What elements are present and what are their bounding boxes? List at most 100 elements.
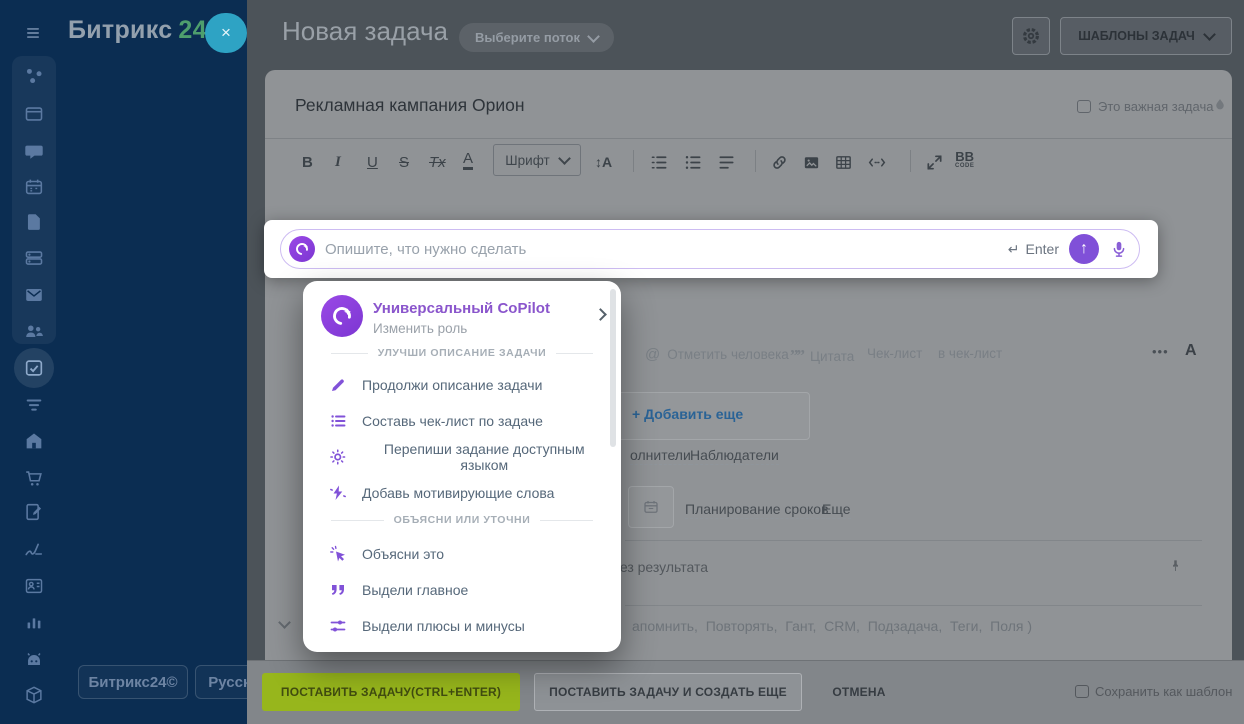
menu-item-pros-cons[interactable]: Выдели плюсы и минусы — [317, 608, 607, 644]
mention-person-button[interactable]: @ Отметить человека — [645, 346, 789, 363]
contacts-icon[interactable] — [23, 575, 45, 597]
clear-format-button[interactable]: Tx — [429, 150, 446, 174]
docs-icon[interactable] — [23, 501, 45, 523]
flame-icon — [1212, 95, 1228, 115]
deadline-calendar-icon[interactable] — [628, 486, 674, 528]
chevron-down-icon — [1203, 28, 1216, 41]
tasks-icon[interactable] — [14, 348, 54, 388]
task-title-input[interactable]: Рекламная кампания Орион — [295, 95, 525, 116]
link-icon[interactable] — [770, 150, 789, 174]
select-flow-button[interactable]: Выберите поток — [459, 23, 614, 52]
image-icon[interactable] — [802, 150, 821, 174]
groups-icon[interactable] — [23, 320, 45, 342]
send-button[interactable]: ↑ — [1069, 234, 1099, 264]
important-task-label: Это важная задача — [1098, 99, 1213, 114]
quote-button[interactable]: ”” Цитата — [790, 346, 854, 366]
bullet-list-icon[interactable] — [683, 150, 702, 174]
to-checklist-button[interactable]: в чек-лист — [938, 346, 1002, 361]
add-more-button[interactable]: + Добавить еще — [632, 406, 743, 422]
menu-scrollbar[interactable] — [610, 289, 616, 447]
bitrix24-footer-button[interactable]: Битрикс24© — [78, 665, 188, 699]
fullscreen-icon[interactable] — [925, 150, 944, 174]
font-size-button[interactable]: ↕A — [595, 150, 612, 174]
bold-button[interactable]: B — [302, 150, 313, 174]
enter-arrow-icon: ↵ — [1008, 241, 1020, 258]
menu-item-explain-this[interactable]: Объясни это — [317, 536, 607, 572]
crm-icon[interactable] — [23, 394, 45, 416]
table-icon[interactable] — [834, 150, 853, 174]
italic-button[interactable]: I — [335, 150, 341, 174]
language-button[interactable]: Русски — [195, 665, 247, 699]
ordered-list-icon[interactable] — [649, 150, 668, 174]
underline-button[interactable]: U — [367, 150, 378, 174]
font-color-a: A — [1185, 342, 1197, 360]
documents-icon[interactable] — [23, 211, 45, 233]
mail-icon[interactable] — [23, 284, 45, 306]
observers-link[interactable]: Наблюдатели — [690, 447, 779, 465]
settings-gear-icon[interactable] — [1012, 17, 1050, 55]
explain-icon — [329, 545, 347, 563]
copilot-role-title[interactable]: Универсальный CoPilot — [373, 300, 550, 317]
strikethrough-button[interactable]: S — [399, 150, 409, 174]
chevron-right-icon[interactable] — [594, 308, 607, 321]
change-role-link[interactable]: Изменить роль — [373, 321, 467, 336]
menu-item-continue-description[interactable]: Продолжи описание задачи — [317, 367, 607, 403]
font-select[interactable]: Шрифт — [493, 144, 581, 176]
divider — [755, 150, 756, 172]
menu-item-add-motivation[interactable]: Добавь мотивирующие слова — [317, 475, 607, 511]
copilot-menu: Универсальный CoPilot Изменить роль УЛУЧ… — [303, 281, 621, 652]
important-task-checkbox[interactable] — [1077, 100, 1091, 113]
chevron-down-icon — [558, 152, 571, 165]
copilot-input[interactable]: Опишите, что нужно сделать ↵ Enter ↑ — [280, 229, 1140, 269]
task-templates-button[interactable]: ШАБЛОНЫ ЗАДАЧ — [1060, 17, 1232, 55]
calendar-icon[interactable] — [23, 176, 45, 198]
copilot-placeholder: Опишите, что нужно сделать — [325, 241, 526, 258]
quote-icon: ”” — [790, 346, 803, 366]
submit-and-create-button[interactable]: ПОСТАВИТЬ ЗАДАЧУ И СОЗДАТЬ ЕЩЕ — [534, 673, 802, 711]
menu-item-highlight-main[interactable]: Выдели главное — [317, 572, 607, 608]
market-icon[interactable] — [23, 684, 45, 706]
analytics-icon[interactable] — [23, 611, 45, 633]
more-actions-dots[interactable]: ••• — [1152, 344, 1169, 359]
highlight-icon — [329, 581, 347, 599]
sign-icon[interactable] — [23, 538, 45, 560]
text-color-button[interactable]: A — [463, 150, 473, 170]
pin-icon — [1168, 556, 1183, 576]
sites-icon[interactable] — [23, 103, 45, 125]
divider — [633, 150, 634, 172]
cancel-button[interactable]: ОТМЕНА — [819, 673, 899, 711]
align-icon[interactable] — [717, 150, 736, 174]
section-label: УЛУЧШИ ОПИСАНИЕ ЗАДАЧИ — [331, 347, 593, 359]
drive-icon[interactable] — [23, 247, 45, 269]
shop-icon[interactable] — [23, 467, 45, 489]
messenger-icon[interactable] — [23, 141, 45, 163]
copilot-icon — [289, 236, 315, 262]
sidebar: Битрикс24 × — [0, 0, 247, 724]
menu-item-rewrite-simple[interactable]: Перепиши задание доступным языком — [317, 439, 607, 475]
submit-task-button[interactable]: ПОСТАВИТЬ ЗАДАЧУ(CTRL+ENTER) — [262, 673, 520, 711]
pen-icon — [329, 376, 347, 394]
apps-icon[interactable] — [23, 648, 45, 670]
copilot-role-icon — [321, 295, 363, 337]
divider — [625, 605, 1202, 606]
menu-item-make-checklist[interactable]: Составь чек-лист по задаче — [317, 403, 607, 439]
chevron-down-icon — [587, 30, 600, 43]
save-template-checkbox[interactable] — [1075, 685, 1089, 698]
hamburger-menu-icon[interactable] — [20, 20, 46, 46]
section-label: ОБЪЯСНИ ИЛИ УТОЧНИ — [331, 514, 593, 526]
checklist-button[interactable]: Чек-лист — [867, 346, 922, 361]
pulse-icon[interactable] — [23, 65, 45, 87]
assignees-link[interactable]: олнители — [630, 447, 691, 465]
scheduling-more-link[interactable]: Еще — [822, 501, 851, 519]
code-icon[interactable] — [866, 150, 888, 174]
pros-cons-icon — [329, 617, 347, 635]
logo-brand: Битрикс — [68, 16, 172, 44]
bbcode-button[interactable]: BBCODE — [955, 150, 974, 174]
checklist-icon — [329, 412, 347, 430]
collapse-chevron-icon[interactable] — [278, 616, 291, 629]
microphone-icon[interactable] — [1109, 238, 1129, 260]
company-icon[interactable] — [23, 430, 45, 452]
enter-hint: ↵ Enter — [1008, 241, 1059, 258]
planning-deadlines-link[interactable]: Планирование сроков — [685, 501, 829, 519]
close-icon[interactable]: × — [205, 13, 247, 53]
